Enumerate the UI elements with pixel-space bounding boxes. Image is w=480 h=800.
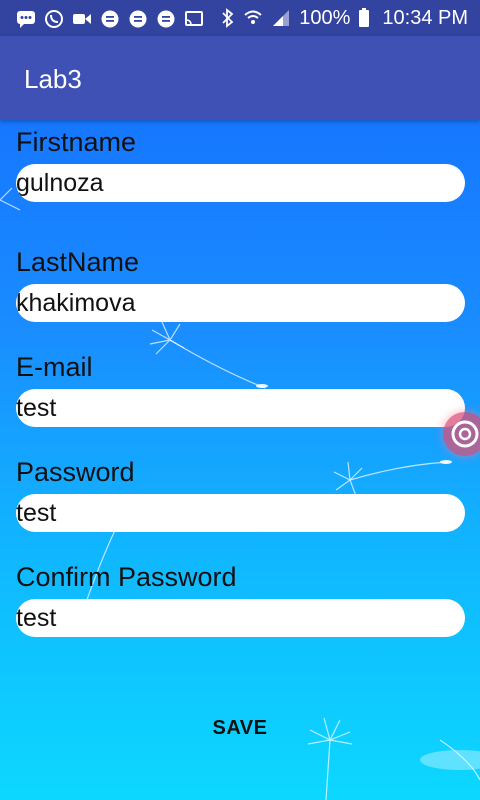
bluetooth-icon	[222, 8, 234, 28]
chat-icon	[129, 10, 147, 28]
app-title: Lab3	[24, 64, 82, 94]
wifi-icon	[244, 10, 262, 24]
email-label: E-mail	[16, 352, 93, 382]
firstname-label: Firstname	[16, 127, 137, 157]
cast-icon	[185, 11, 203, 26]
signal-icon	[273, 10, 290, 26]
battery-icon	[359, 8, 370, 27]
notification-icons	[16, 9, 204, 29]
system-status: 100% 10:34 PM	[221, 6, 468, 30]
save-button[interactable]: SAVE	[190, 708, 290, 748]
password-field[interactable]: test	[16, 494, 465, 532]
confirm-password-label: Confirm Password	[16, 562, 237, 592]
messages-icon	[17, 11, 35, 28]
status-bar: 100% 10:34 PM	[0, 0, 480, 36]
lastname-label: LastName	[16, 247, 140, 277]
app-toolbar: Lab3	[0, 36, 480, 120]
lastname-field[interactable]: khakimova	[16, 284, 465, 322]
password-label: Password	[16, 457, 135, 487]
email-field[interactable]: test	[16, 389, 465, 427]
form-screen: Firstname gulnoza LastName khakimova E-m…	[0, 120, 480, 800]
battery-percentage: 100%	[299, 7, 351, 29]
confirm-password-field[interactable]: test	[16, 599, 465, 637]
floating-assist-button[interactable]	[443, 412, 480, 456]
viber-icon	[45, 10, 63, 28]
clock: 10:34 PM	[382, 7, 468, 29]
chat-icon	[101, 10, 119, 28]
video-icon	[73, 14, 91, 24]
target-icon	[451, 420, 479, 448]
chat-icon	[157, 10, 175, 28]
firstname-field[interactable]: gulnoza	[16, 164, 465, 202]
